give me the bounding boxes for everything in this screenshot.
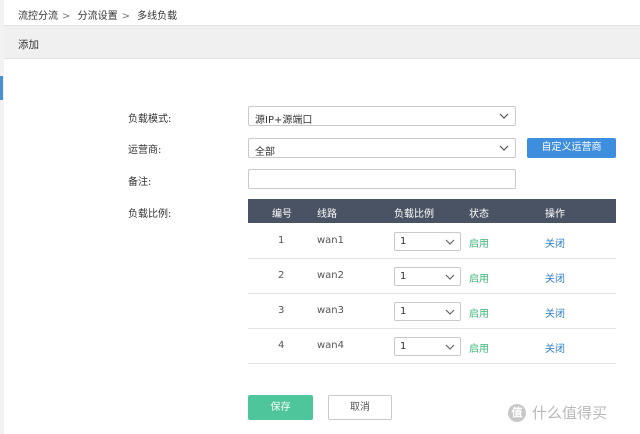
breadcrumb-item[interactable]: 分流设置 xyxy=(78,11,118,22)
load-mode-select[interactable]: 源IP+源端口 xyxy=(248,106,516,126)
table-row: 1 wan1 1 启用 关闭 xyxy=(248,224,616,259)
table-row: 3 wan3 1 启用 关闭 xyxy=(248,294,616,329)
ratio-value: 1 xyxy=(400,306,407,317)
status-label: 启用 xyxy=(469,274,489,285)
chevron-down-icon xyxy=(499,145,509,151)
disable-link[interactable]: 关闭 xyxy=(545,340,565,355)
left-accent-bar xyxy=(0,76,3,100)
watermark-logo-icon: 值 xyxy=(508,403,526,422)
ratio-value: 1 xyxy=(400,271,407,282)
chevron-down-icon xyxy=(445,344,455,350)
column-header-ratio: 负载比例 xyxy=(394,209,434,220)
ratio-table-header: 编号 线路 负载比例 状态 操作 xyxy=(248,199,616,223)
isp-label: 运营商: xyxy=(128,145,162,156)
table-row: 4 wan4 1 启用 关闭 xyxy=(248,329,616,364)
breadcrumb-item[interactable]: 流控分流 xyxy=(18,11,58,22)
status-label: 启用 xyxy=(469,309,489,320)
watermark-text: 什么值得买 xyxy=(532,404,608,422)
cancel-button[interactable]: 取消 xyxy=(328,395,392,420)
column-header-num: 编号 xyxy=(272,209,292,220)
column-header-line: 线路 xyxy=(317,209,337,220)
page-header: 添加 xyxy=(4,25,640,59)
row-number: 4 xyxy=(278,340,285,351)
breadcrumb-separator: > xyxy=(62,11,71,22)
ratio-select[interactable]: 1 xyxy=(394,267,461,286)
breadcrumb-separator: > xyxy=(121,11,130,22)
status-label: 启用 xyxy=(469,239,489,250)
breadcrumb: 流控分流 > 分流设置 > 多线负载 xyxy=(18,7,181,22)
row-line: wan1 xyxy=(317,235,345,246)
save-button[interactable]: 保存 xyxy=(248,395,313,420)
chevron-down-icon xyxy=(499,113,509,119)
remark-label: 备注: xyxy=(128,177,152,188)
ratio-select[interactable]: 1 xyxy=(394,302,461,321)
disable-link[interactable]: 关闭 xyxy=(545,270,565,285)
row-line: wan2 xyxy=(317,270,345,281)
isp-select[interactable]: 全部 xyxy=(248,138,516,158)
chevron-down-icon xyxy=(445,274,455,280)
page-title: 添加 xyxy=(18,39,39,51)
watermark: 值 什么值得买 xyxy=(508,402,607,423)
row-number: 1 xyxy=(278,235,285,246)
table-row: 2 wan2 1 启用 关闭 xyxy=(248,259,616,294)
row-number: 2 xyxy=(278,270,285,281)
custom-isp-button[interactable]: 自定义运营商 xyxy=(527,138,616,158)
remark-input[interactable] xyxy=(248,169,516,189)
chevron-down-icon xyxy=(445,239,455,245)
ratio-label: 负载比例: xyxy=(128,209,172,220)
disable-link[interactable]: 关闭 xyxy=(545,305,565,320)
status-label: 启用 xyxy=(469,344,489,355)
left-edge xyxy=(0,0,4,434)
ratio-select[interactable]: 1 xyxy=(394,232,461,251)
chevron-down-icon xyxy=(445,309,455,315)
breadcrumb-item: 多线负载 xyxy=(137,11,178,22)
row-number: 3 xyxy=(278,305,285,316)
load-mode-value: 源IP+源端口 xyxy=(255,115,313,126)
column-header-action: 操作 xyxy=(545,209,565,220)
disable-link[interactable]: 关闭 xyxy=(545,235,565,250)
load-mode-label: 负载模式: xyxy=(128,114,172,125)
column-header-status: 状态 xyxy=(469,209,489,220)
ratio-select[interactable]: 1 xyxy=(394,337,461,356)
isp-value: 全部 xyxy=(255,147,275,158)
row-line: wan3 xyxy=(317,305,345,316)
ratio-value: 1 xyxy=(400,236,407,247)
row-line: wan4 xyxy=(317,340,345,351)
ratio-value: 1 xyxy=(400,341,407,352)
